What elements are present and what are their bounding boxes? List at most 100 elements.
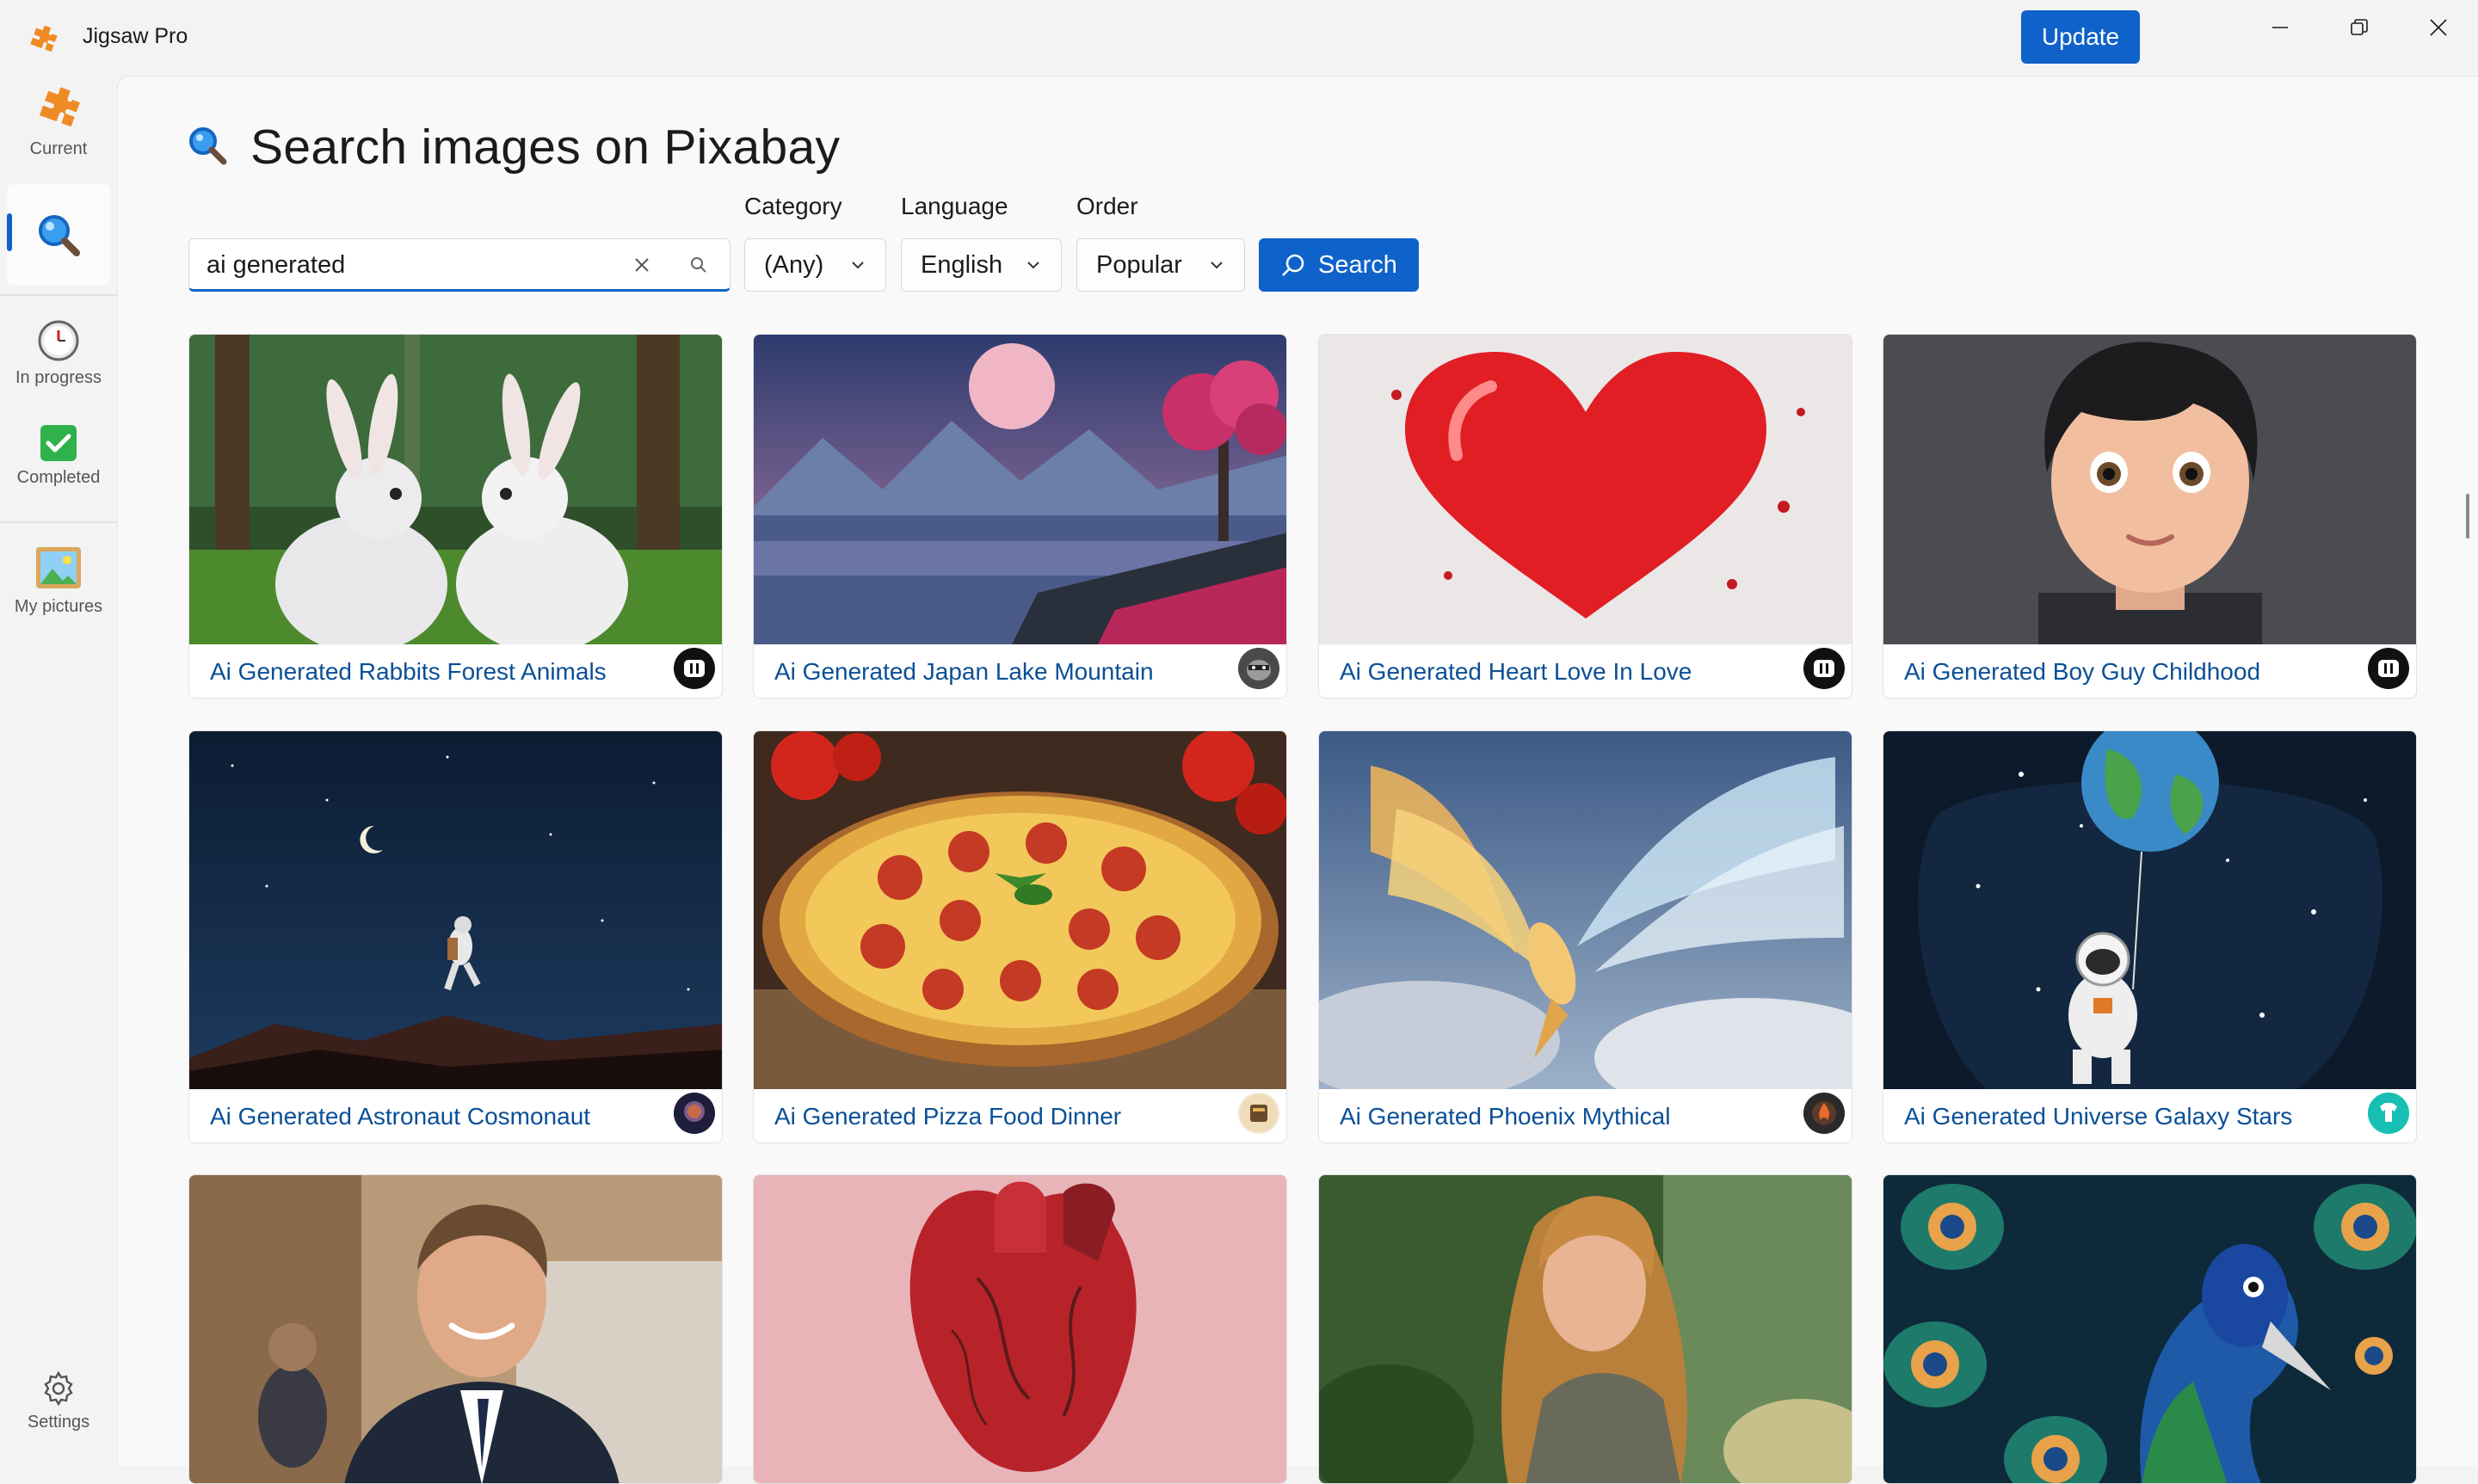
result-image — [189, 335, 722, 644]
sidebar-item-label: Current — [29, 139, 88, 158]
result-card[interactable]: Ai Generated Phoenix Mythical — [1318, 730, 1852, 1143]
raccoon-avatar-icon — [1238, 648, 1279, 689]
result-card[interactable]: Ai Generated Astronaut Cosmonaut — [188, 730, 723, 1143]
result-title: Ai Generated Astronaut Cosmonaut — [210, 1103, 591, 1130]
search-icon — [39, 215, 80, 256]
restore-button[interactable] — [2320, 0, 2399, 55]
search-icon — [1282, 254, 1304, 276]
search-icon — [691, 257, 706, 273]
result-card[interactable]: Ai Generated Japan Lake Mountain — [753, 334, 1287, 699]
author-avatar[interactable] — [2368, 1093, 2409, 1134]
search-box — [188, 238, 730, 292]
restore-icon — [2351, 19, 2368, 35]
fire-avatar-icon — [1803, 1093, 1845, 1134]
search-submit-button[interactable] — [685, 251, 712, 279]
order-dropdown[interactable]: Popular — [1076, 238, 1245, 292]
result-card[interactable]: Ai Generated Boy Guy Childhood — [1883, 334, 2417, 699]
result-card[interactable] — [188, 1174, 723, 1484]
result-title: Ai Generated Pizza Food Dinner — [774, 1103, 1122, 1130]
sidebar-divider — [0, 294, 117, 296]
close-button[interactable] — [2399, 0, 2478, 55]
result-title: Ai Generated Japan Lake Mountain — [774, 658, 1154, 685]
search-input[interactable] — [205, 248, 621, 282]
sidebar-item-label: Completed — [16, 468, 101, 487]
result-title: Ai Generated Universe Galaxy Stars — [1904, 1103, 2293, 1130]
chevron-down-icon — [1027, 262, 1039, 269]
update-button[interactable]: Update — [2021, 10, 2140, 64]
author-avatar[interactable] — [1803, 648, 1845, 689]
result-image — [1883, 335, 2416, 644]
order-label: Order — [1076, 193, 1138, 219]
sidebar-item-current[interactable]: Current — [7, 83, 110, 159]
sidebar-item-in-progress[interactable]: In progress — [7, 318, 110, 388]
result-card[interactable] — [753, 1174, 1287, 1484]
clock-icon — [38, 320, 79, 361]
author-avatar[interactable] — [674, 1093, 715, 1134]
picture-icon — [36, 547, 81, 588]
result-title: Ai Generated Heart Love In Love — [1340, 658, 1692, 685]
gear-icon — [44, 1370, 73, 1407]
magnifier-icon — [189, 127, 227, 165]
sidebar: Current In progress Completed My picture… — [0, 76, 117, 1466]
result-card[interactable]: Ai Generated Universe Galaxy Stars — [1883, 730, 2417, 1143]
app-title: Jigsaw Pro — [83, 24, 188, 48]
puzzle-piece-icon — [39, 87, 80, 127]
result-image — [1883, 731, 2416, 1089]
sidebar-item-label: Settings — [27, 1413, 90, 1432]
result-image — [189, 731, 722, 1089]
result-image — [1319, 335, 1852, 644]
result-image — [1319, 1175, 1852, 1483]
sidebar-item-my-pictures[interactable]: My pictures — [7, 544, 110, 617]
author-avatar[interactable] — [1238, 1093, 1279, 1134]
sidebar-divider — [0, 521, 117, 523]
language-label: Language — [901, 193, 1008, 219]
result-card[interactable]: Ai Generated Heart Love In Love — [1318, 334, 1852, 699]
sidebar-item-completed[interactable]: Completed — [7, 423, 110, 488]
result-card[interactable] — [1883, 1174, 2417, 1484]
author-avatar[interactable] — [674, 648, 715, 689]
clear-button[interactable] — [628, 251, 656, 279]
sidebar-item-label: My pictures — [14, 597, 103, 616]
selection-indicator — [7, 213, 12, 251]
title-bar: Jigsaw Pro Update — [0, 0, 2478, 76]
author-avatar[interactable] — [2368, 648, 2409, 689]
result-image — [1883, 1175, 2416, 1483]
result-title: Ai Generated Rabbits Forest Animals — [210, 658, 607, 685]
result-image — [1319, 731, 1852, 1089]
result-title: Ai Generated Phoenix Mythical — [1340, 1103, 1671, 1130]
result-card[interactable] — [1318, 1174, 1852, 1484]
sidebar-item-label: In progress — [15, 368, 102, 387]
result-card[interactable]: Ai Generated Pizza Food Dinner — [753, 730, 1287, 1143]
pause-logo-icon — [2378, 660, 2399, 677]
sidebar-item-settings[interactable]: Settings — [7, 1370, 110, 1432]
scrollbar-thumb[interactable] — [2466, 494, 2469, 539]
language-dropdown[interactable]: English — [901, 238, 1062, 292]
result-image — [754, 731, 1286, 1089]
author-avatar[interactable] — [1803, 1093, 1845, 1134]
result-card[interactable]: Ai Generated Rabbits Forest Animals — [188, 334, 723, 699]
search-button-label: Search — [1318, 250, 1397, 279]
close-icon — [2430, 19, 2447, 36]
search-button[interactable]: Search — [1259, 238, 1419, 292]
app-logo-icon — [30, 25, 58, 52]
shirt-avatar-icon — [2368, 1093, 2409, 1134]
badge-avatar-icon — [1240, 1094, 1278, 1132]
minimize-button[interactable] — [2241, 0, 2320, 55]
close-icon — [635, 258, 649, 272]
pause-logo-icon — [1814, 660, 1834, 677]
order-value: Popular — [1096, 250, 1182, 279]
language-value: English — [921, 250, 1003, 279]
result-image — [754, 1175, 1286, 1483]
pause-logo-icon — [684, 660, 705, 677]
category-value: (Any) — [764, 250, 824, 279]
page-title: Search images on Pixabay — [250, 120, 841, 175]
result-image — [189, 1175, 722, 1483]
chevron-down-icon — [852, 262, 864, 269]
astronaut-avatar-icon — [674, 1093, 715, 1134]
result-title: Ai Generated Boy Guy Childhood — [1904, 658, 2261, 685]
sidebar-item-search[interactable] — [7, 184, 110, 286]
category-dropdown[interactable]: (Any) — [744, 238, 886, 292]
chevron-down-icon — [1211, 262, 1223, 269]
author-avatar[interactable] — [1238, 648, 1279, 689]
result-image — [754, 335, 1286, 644]
